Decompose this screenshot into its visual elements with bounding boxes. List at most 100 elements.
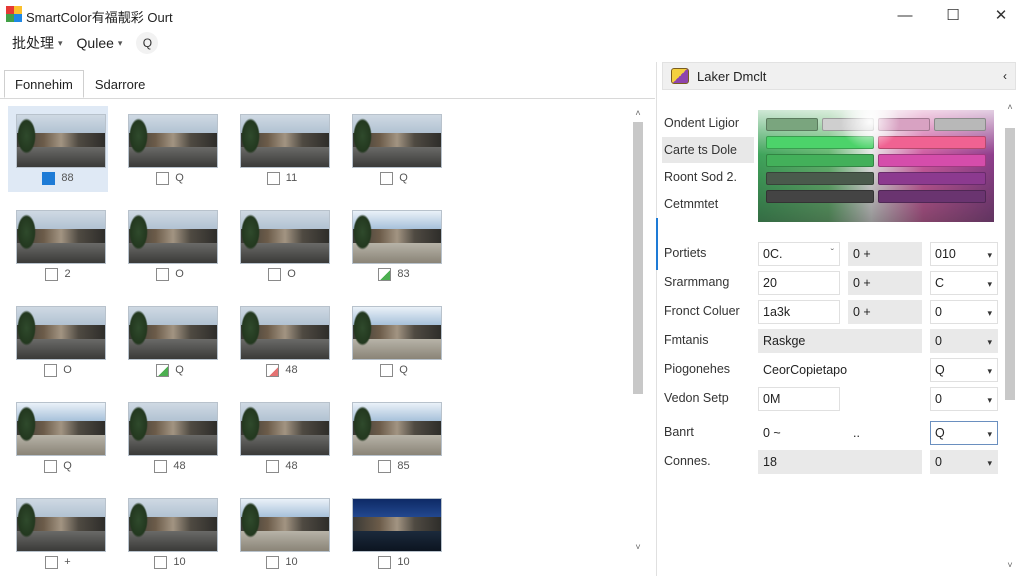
thumbnail-image[interactable] <box>352 210 442 264</box>
panel-scrollbar[interactable]: ˄ ˅ <box>1002 100 1018 576</box>
menu-batch[interactable]: 批处理 ▾ <box>8 31 67 55</box>
color-label-item[interactable]: Carte ts Dole <box>662 137 754 163</box>
thumbnail-checkbox[interactable] <box>378 555 392 569</box>
thumbnail-item[interactable]: 48 <box>120 394 220 480</box>
thumbnail-image[interactable] <box>128 498 218 552</box>
minimize-button[interactable]: — <box>882 0 928 30</box>
color-label-item[interactable]: Ondent Ligior <box>662 110 754 136</box>
thumbnail-checkbox[interactable] <box>380 363 394 377</box>
thumbnail-image[interactable] <box>16 402 106 456</box>
thumbnail-item[interactable]: 85 <box>344 394 444 480</box>
thumbnail-image[interactable] <box>16 498 106 552</box>
tab-fonnehim[interactable]: Fonnehim <box>4 70 84 98</box>
thumbnail-checkbox[interactable] <box>266 555 280 569</box>
thumbnail-item[interactable]: Q <box>120 106 220 192</box>
thumbnail-image[interactable] <box>352 306 442 360</box>
search-icon[interactable]: Q <box>136 32 159 54</box>
thumbnail-item[interactable]: 10 <box>120 490 220 576</box>
thumbnail-item[interactable]: 10 <box>232 490 332 576</box>
thumbnail-image[interactable] <box>240 498 330 552</box>
property-dropdown[interactable]: Q ▾ <box>930 358 998 382</box>
thumbnail-image[interactable] <box>240 210 330 264</box>
thumbnail-image[interactable] <box>240 402 330 456</box>
thumbnail-item[interactable]: O <box>120 202 220 288</box>
thumbnail-checkbox[interactable] <box>268 267 282 281</box>
scroll-down-icon[interactable]: ˅ <box>630 540 646 554</box>
panel-divider[interactable] <box>656 62 657 576</box>
scroll-thumb[interactable] <box>1005 128 1015 400</box>
scroll-up-icon[interactable]: ˄ <box>1002 100 1018 114</box>
property-input[interactable]: 0C. ˇ <box>758 242 840 266</box>
property-select[interactable]: Raskge <box>758 329 922 353</box>
thumbnail-checkbox[interactable] <box>45 267 59 281</box>
thumbnail-image[interactable] <box>352 114 442 168</box>
property-slider[interactable]: 0 ~ <box>758 421 840 445</box>
close-button[interactable]: ✕ <box>978 0 1024 30</box>
property-input[interactable]: 0M <box>758 387 840 411</box>
property-dropdown[interactable]: Q ▾ <box>930 421 998 445</box>
maximize-button[interactable]: ☐ <box>930 0 976 30</box>
thumbnail-image[interactable] <box>352 498 442 552</box>
thumbnail-scrollbar[interactable]: ˄ ˅ <box>630 106 646 576</box>
thumbnail-checkbox[interactable] <box>266 459 280 473</box>
property-dropdown[interactable]: 0 ▾ <box>930 450 998 474</box>
property-dropdown[interactable]: 0 ▾ <box>930 300 998 324</box>
thumbnail-item[interactable]: 48 <box>232 298 332 384</box>
thumbnail-item[interactable]: 2 <box>8 202 108 288</box>
thumbnail-item[interactable]: Q <box>120 298 220 384</box>
thumbnail-checkbox[interactable] <box>266 363 280 377</box>
property-input[interactable]: 1a3k <box>758 300 840 324</box>
property-dropdown[interactable]: 0 ▾ <box>930 329 998 353</box>
thumbnail-image[interactable] <box>16 210 106 264</box>
thumbnail-checkbox[interactable] <box>378 267 392 281</box>
thumbnail-checkbox[interactable] <box>42 171 56 185</box>
scroll-up-icon[interactable]: ˄ <box>630 106 646 120</box>
thumbnail-item[interactable]: 88 <box>8 106 108 192</box>
thumbnail-checkbox[interactable] <box>266 171 280 185</box>
color-picker[interactable] <box>758 110 994 222</box>
scroll-thumb[interactable] <box>633 122 643 394</box>
thumbnail-item[interactable]: O <box>8 298 108 384</box>
property-select[interactable]: 18 <box>758 450 922 474</box>
property-dropdown[interactable]: 0 ▾ <box>930 387 998 411</box>
thumbnail-checkbox[interactable] <box>45 555 59 569</box>
thumbnail-image[interactable] <box>128 306 218 360</box>
property-dropdown[interactable]: C ▾ <box>930 271 998 295</box>
thumbnail-checkbox[interactable] <box>44 363 58 377</box>
thumbnail-image[interactable] <box>128 114 218 168</box>
thumbnail-item[interactable]: Q <box>344 106 444 192</box>
thumbnail-item[interactable]: Q <box>344 298 444 384</box>
color-swatch-row[interactable] <box>766 172 986 185</box>
menu-qulee[interactable]: Qulee ▾ <box>73 33 127 53</box>
property-stepper[interactable]: 0 + <box>848 300 922 324</box>
property-input[interactable]: 20 <box>758 271 840 295</box>
thumbnail-item[interactable]: 48 <box>232 394 332 480</box>
property-dropdown[interactable]: 010 ▾ <box>930 242 998 266</box>
thumbnail-item[interactable]: Q <box>8 394 108 480</box>
property-stepper[interactable]: 0 + <box>848 271 922 295</box>
thumbnail-item[interactable]: + <box>8 490 108 576</box>
thumbnail-item[interactable]: 83 <box>344 202 444 288</box>
thumbnail-image[interactable] <box>240 114 330 168</box>
thumbnail-image[interactable] <box>128 210 218 264</box>
thumbnail-checkbox[interactable] <box>154 459 168 473</box>
color-label-item[interactable]: Cetmmtet <box>662 191 754 217</box>
thumbnail-item[interactable]: 10 <box>344 490 444 576</box>
thumbnail-checkbox[interactable] <box>380 171 394 185</box>
thumbnail-image[interactable] <box>16 114 106 168</box>
property-stepper[interactable]: 0 + <box>848 242 922 266</box>
thumbnail-checkbox[interactable] <box>44 459 58 473</box>
thumbnail-checkbox[interactable] <box>156 267 170 281</box>
thumbnail-image[interactable] <box>352 402 442 456</box>
property-value-field[interactable]: CeorCopietapo <box>758 358 922 382</box>
thumbnail-image[interactable] <box>16 306 106 360</box>
tab-sdarrore[interactable]: Sdarrore <box>84 70 157 98</box>
thumbnail-item[interactable]: O <box>232 202 332 288</box>
thumbnail-checkbox[interactable] <box>378 459 392 473</box>
color-label-item[interactable]: Roont Sod 2. <box>662 164 754 190</box>
collapse-icon[interactable]: ‹ <box>1003 69 1007 83</box>
thumbnail-checkbox[interactable] <box>154 555 168 569</box>
thumbnail-checkbox[interactable] <box>156 363 170 377</box>
thumbnail-image[interactable] <box>128 402 218 456</box>
thumbnail-image[interactable] <box>240 306 330 360</box>
